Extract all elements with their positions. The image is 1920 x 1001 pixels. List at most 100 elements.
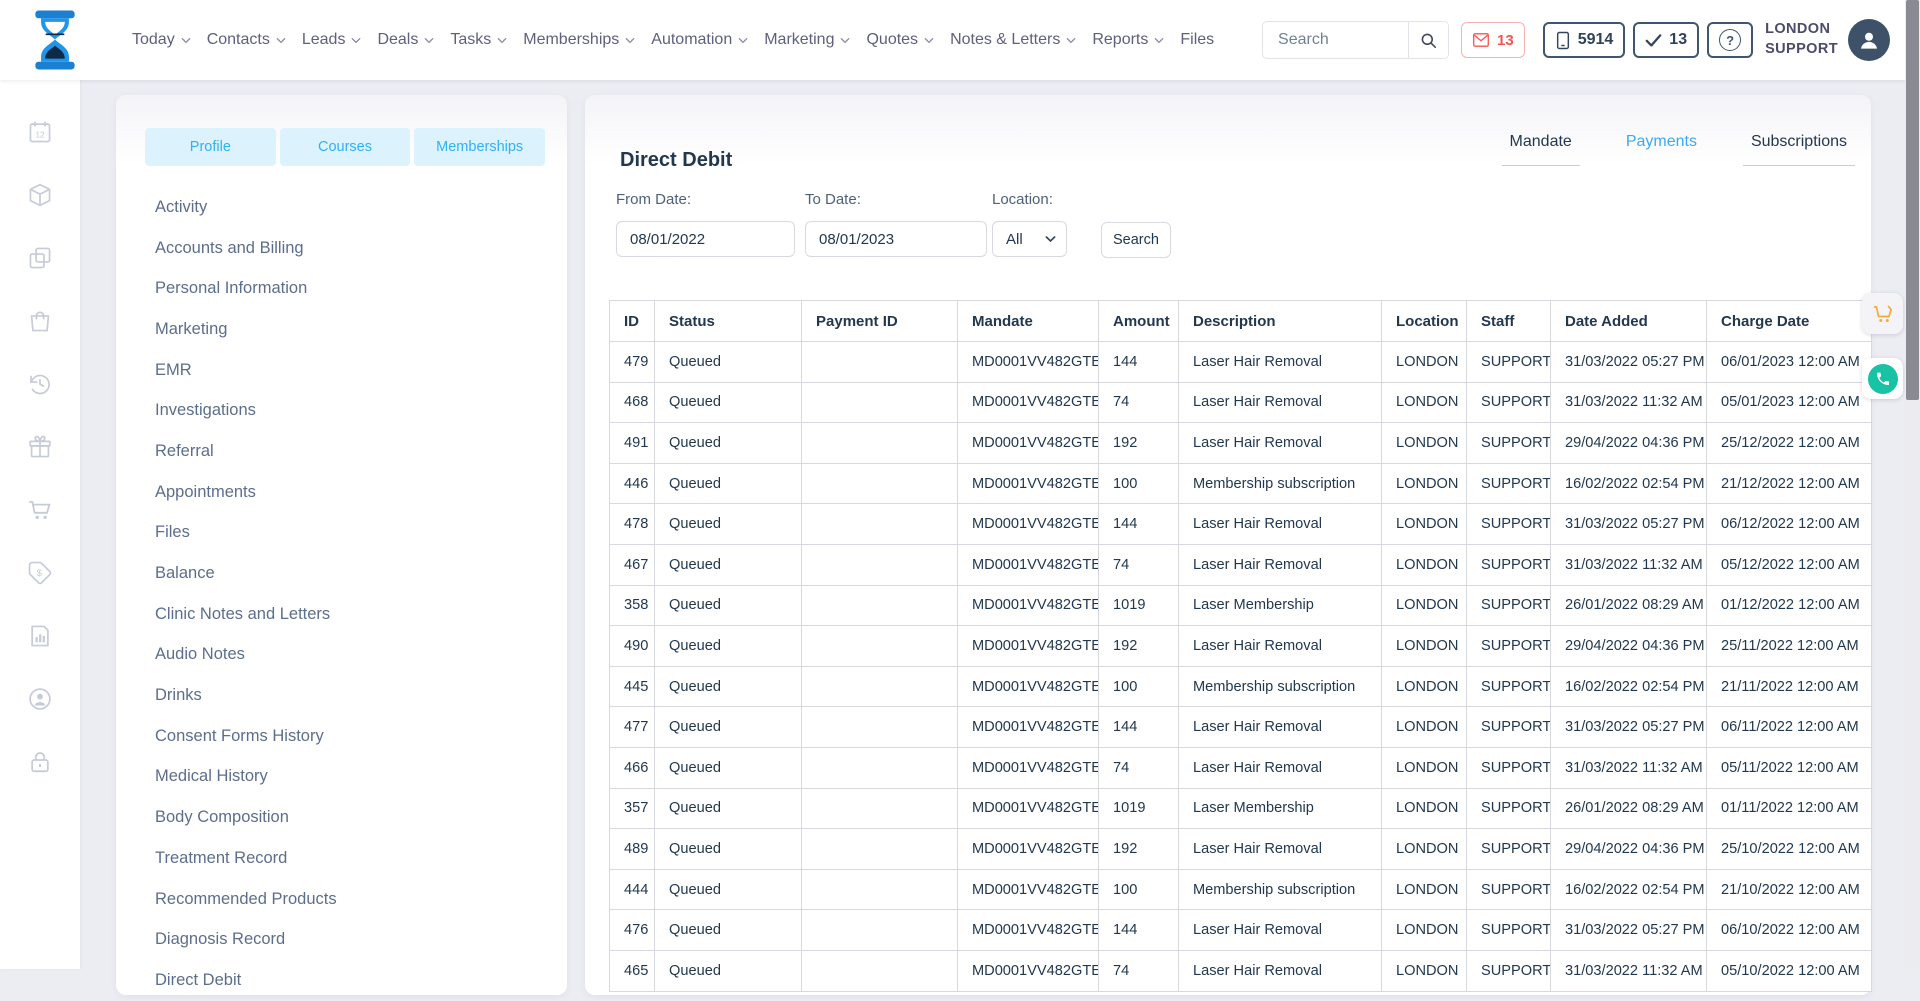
panel-item-accounts-and-billing[interactable]: Accounts and Billing [116, 228, 567, 269]
cell-staff: SUPPORT [1467, 829, 1551, 870]
cell-charge-date: 05/12/2022 12:00 AM [1707, 544, 1872, 585]
to-date-input[interactable] [805, 221, 987, 257]
account-icon[interactable] [27, 686, 54, 713]
panel-item-personal-information[interactable]: Personal Information [116, 268, 567, 309]
nav-tasks[interactable]: Tasks [450, 31, 507, 49]
panel-item-audio-notes[interactable]: Audio Notes [116, 635, 567, 676]
history-icon[interactable] [27, 371, 54, 398]
panel-item-clinic-notes-and-letters[interactable]: Clinic Notes and Letters [116, 594, 567, 635]
nav-memberships[interactable]: Memberships [523, 31, 635, 49]
table-row[interactable]: 477QueuedMD0001VV482GTE144Laser Hair Rem… [610, 707, 1872, 748]
panel-item-emr[interactable]: EMR [116, 350, 567, 391]
table-row[interactable]: 489QueuedMD0001VV482GTE192Laser Hair Rem… [610, 829, 1872, 870]
table-row[interactable]: 467QueuedMD0001VV482GTE74Laser Hair Remo… [610, 544, 1872, 585]
table-row[interactable]: 445QueuedMD0001VV482GTE100Membership sub… [610, 666, 1872, 707]
client-tab-profile[interactable]: Profile [145, 128, 276, 166]
panel-item-marketing[interactable]: Marketing [116, 309, 567, 350]
help-button[interactable]: ? [1707, 22, 1753, 58]
tab-mandate[interactable]: Mandate [1502, 133, 1580, 166]
app-logo-icon[interactable] [30, 9, 80, 71]
nav-leads[interactable]: Leads [302, 31, 362, 49]
mail-badge[interactable]: 13 [1461, 22, 1525, 58]
filter-search-button[interactable]: Search [1101, 222, 1171, 258]
panel-item-referral[interactable]: Referral [116, 431, 567, 472]
panel-item-direct-debit[interactable]: Direct Debit [116, 960, 567, 1001]
client-tab-memberships[interactable]: Memberships [414, 128, 545, 166]
calendar-icon[interactable]: 12 [27, 119, 54, 146]
table-row[interactable]: 491QueuedMD0001VV482GTE192Laser Hair Rem… [610, 423, 1872, 464]
panel-item-balance[interactable]: Balance [116, 553, 567, 594]
table-row[interactable]: 479QueuedMD0001VV482GTE144Laser Hair Rem… [610, 342, 1872, 383]
panel-item-activity[interactable]: Activity [116, 187, 567, 228]
chevron-down-icon [924, 37, 934, 44]
cell-date-added: 31/03/2022 05:27 PM [1551, 342, 1707, 383]
nav-files[interactable]: Files [1180, 31, 1214, 49]
panel-item-files[interactable]: Files [116, 513, 567, 554]
price-tag-icon[interactable]: $ [27, 560, 54, 587]
sms-credits-badge[interactable]: 5914 [1543, 22, 1626, 58]
table-row[interactable]: 357QueuedMD0001VV482GTE1019Laser Members… [610, 788, 1872, 829]
client-tab-courses[interactable]: Courses [280, 128, 411, 166]
nav-notes-letters[interactable]: Notes & Letters [950, 31, 1076, 49]
lock-icon[interactable] [27, 749, 54, 776]
search-icon[interactable] [1408, 21, 1448, 59]
nav-deals[interactable]: Deals [377, 31, 434, 49]
package-icon[interactable] [27, 182, 54, 209]
table-row[interactable]: 358QueuedMD0001VV482GTE1019Laser Members… [610, 585, 1872, 626]
table-row[interactable]: 466QueuedMD0001VV482GTE74Laser Hair Remo… [610, 747, 1872, 788]
nav-today[interactable]: Today [132, 31, 191, 49]
cell-amount: 192 [1099, 829, 1179, 870]
panel-item-diagnosis-record[interactable]: Diagnosis Record [116, 919, 567, 960]
cell-date-added: 16/02/2022 02:54 PM [1551, 463, 1707, 504]
location-select[interactable]: All [992, 221, 1067, 257]
panel-item-treatment-record[interactable]: Treatment Record [116, 838, 567, 879]
cell-location: LONDON [1382, 382, 1467, 423]
chevron-down-icon [738, 37, 748, 44]
panel-item-investigations[interactable]: Investigations [116, 390, 567, 431]
table-row[interactable]: 490QueuedMD0001VV482GTE192Laser Hair Rem… [610, 626, 1872, 667]
cell-charge-date: 05/11/2022 12:00 AM [1707, 747, 1872, 788]
report-icon[interactable] [27, 623, 54, 650]
nav-marketing[interactable]: Marketing [764, 31, 850, 49]
location-group: Location: All [992, 191, 1067, 257]
nav-reports[interactable]: Reports [1092, 31, 1164, 49]
location-label: Location: [992, 191, 1067, 208]
avatar[interactable] [1848, 19, 1890, 61]
cell-location: LONDON [1382, 504, 1467, 545]
direct-debit-tabs: Mandate Payments Subscriptions [1502, 133, 1855, 166]
copy-icon[interactable] [27, 245, 54, 272]
cell-date-added: 29/04/2022 04:36 PM [1551, 829, 1707, 870]
scrollbar-thumb[interactable] [1906, 0, 1919, 400]
to-date-label: To Date: [805, 191, 987, 208]
table-row[interactable]: 468QueuedMD0001VV482GTE74Laser Hair Remo… [610, 382, 1872, 423]
cart-button[interactable] [1862, 293, 1903, 334]
panel-item-consent-forms-history[interactable]: Consent Forms History [116, 716, 567, 757]
panel-item-recommended-products[interactable]: Recommended Products [116, 879, 567, 920]
person-icon [1856, 27, 1882, 53]
table-row[interactable]: 446QueuedMD0001VV482GTE100Membership sub… [610, 463, 1872, 504]
from-date-label: From Date: [616, 191, 795, 208]
panel-item-appointments[interactable]: Appointments [116, 472, 567, 513]
panel-item-medical-history[interactable]: Medical History [116, 757, 567, 798]
tasks-badge[interactable]: 13 [1633, 22, 1699, 58]
table-row[interactable]: 478QueuedMD0001VV482GTE144Laser Hair Rem… [610, 504, 1872, 545]
tab-subscriptions[interactable]: Subscriptions [1743, 133, 1855, 166]
panel-item-body-composition[interactable]: Body Composition [116, 797, 567, 838]
table-row[interactable]: 465QueuedMD0001VV482GTE74Laser Hair Remo… [610, 950, 1872, 991]
bag-icon[interactable] [27, 308, 54, 335]
tab-payments[interactable]: Payments [1618, 133, 1705, 166]
call-button[interactable] [1862, 358, 1903, 399]
nav-contacts[interactable]: Contacts [207, 31, 286, 49]
cell-location: LONDON [1382, 788, 1467, 829]
cart-icon[interactable] [27, 497, 54, 524]
nav-label: Automation [651, 31, 732, 49]
from-date-input[interactable] [616, 221, 795, 257]
cell-status: Queued [655, 910, 802, 951]
search-input[interactable] [1263, 31, 1408, 49]
panel-item-drinks[interactable]: Drinks [116, 675, 567, 716]
table-row[interactable]: 444QueuedMD0001VV482GTE100Membership sub… [610, 869, 1872, 910]
nav-automation[interactable]: Automation [651, 31, 748, 49]
table-row[interactable]: 476QueuedMD0001VV482GTE144Laser Hair Rem… [610, 910, 1872, 951]
nav-quotes[interactable]: Quotes [866, 31, 934, 49]
gift-icon[interactable] [27, 434, 54, 461]
